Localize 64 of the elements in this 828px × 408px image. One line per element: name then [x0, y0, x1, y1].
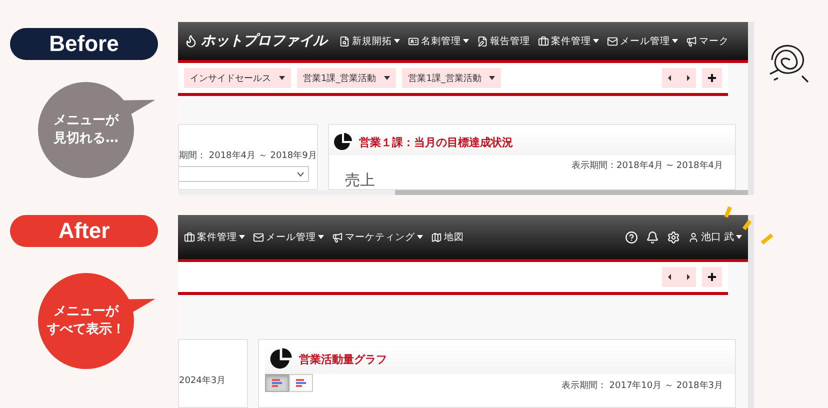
- pie-chart-icon: [333, 132, 353, 152]
- id-card-icon: [408, 36, 419, 46]
- menu-item[interactable]: メール管理: [253, 230, 324, 244]
- card-title: 営業活動量グラフ: [299, 352, 387, 366]
- caret-icon: [384, 76, 390, 80]
- period-text: 2024年3月: [179, 374, 226, 387]
- period-text: 期間： 2018年4月 ～ 2018年9月: [179, 150, 317, 162]
- megaphone-icon: [686, 36, 697, 46]
- label-badge: After: [10, 215, 158, 247]
- mail-icon: [253, 232, 264, 242]
- period-text: 表示期間： 2017年10月 ～ 2018年3月: [561, 380, 723, 392]
- menu-item[interactable]: 新規開拓: [339, 34, 400, 48]
- scroll-tabs-button[interactable]: [662, 267, 696, 287]
- caret-icon: [279, 76, 285, 80]
- left-right-arrows-icon: [668, 274, 690, 280]
- menu-item[interactable]: 報告管理: [477, 34, 530, 48]
- user-menu[interactable]: 池口 武: [688, 230, 742, 244]
- caret-icon: [736, 235, 742, 239]
- chart-toggle-button[interactable]: [265, 374, 289, 392]
- bar-chart-icon: [295, 378, 307, 388]
- menu-item[interactable]: 案件管理: [538, 34, 599, 48]
- menu-item[interactable]: 案件管理: [184, 230, 245, 244]
- bubble-text: すべて表示！: [47, 321, 125, 339]
- caret-icon: [489, 76, 496, 80]
- menu-item[interactable]: マーク: [686, 34, 729, 48]
- period-text: 表示期間：2018年4月 ~ 2018年4月: [571, 160, 723, 172]
- menu-item[interactable]: メール管理: [607, 34, 678, 48]
- menu-item[interactable]: 名刺管理: [408, 34, 469, 48]
- chart-toggle-button[interactable]: [289, 374, 313, 392]
- dropdown-tab[interactable]: 営業1課_営業活動: [297, 68, 396, 88]
- bubble-text: 見切れる…: [54, 130, 118, 148]
- add-button[interactable]: [702, 267, 722, 287]
- map-icon: [431, 232, 442, 242]
- help-icon[interactable]: [624, 230, 638, 244]
- plus-icon: [708, 74, 716, 82]
- logo-text: ホットプロファイル: [201, 32, 327, 50]
- briefcase-icon: [538, 36, 549, 46]
- scroll-tabs-button[interactable]: [662, 68, 696, 88]
- menu-item[interactable]: 地図: [431, 230, 464, 244]
- horizontal-scrollbar[interactable]: [178, 190, 748, 195]
- dropdown-tab[interactable]: 営業1課_営業活動: [402, 68, 502, 88]
- megaphone-icon: [332, 232, 343, 242]
- select-field[interactable]: [179, 166, 309, 182]
- card-title: 営業１課：当月の目標達成状況: [359, 134, 513, 150]
- plus-icon: [708, 273, 716, 281]
- search-document-icon: [339, 36, 350, 46]
- left-right-arrows-icon: [668, 75, 690, 81]
- bubble-text: メニューが: [54, 112, 118, 130]
- edit-document-icon: [477, 36, 488, 46]
- briefcase-icon: [184, 232, 195, 242]
- flame-icon: [184, 34, 198, 48]
- card-heading: 売上: [345, 172, 376, 188]
- add-button[interactable]: [702, 68, 722, 88]
- menu-item[interactable]: マーケティング: [332, 230, 423, 244]
- pie-chart-icon: [269, 347, 293, 371]
- label-badge: Before: [10, 28, 158, 60]
- dropdown-tab[interactable]: インサイドセールス: [184, 68, 291, 88]
- bubble-text: メニューが: [54, 302, 118, 321]
- chevron-down-icon: [297, 172, 304, 176]
- settings-icon[interactable]: [666, 230, 680, 244]
- mail-icon: [607, 36, 618, 46]
- bar-chart-icon: [271, 378, 283, 388]
- user-icon: [688, 232, 699, 242]
- bell-icon[interactable]: [646, 230, 659, 244]
